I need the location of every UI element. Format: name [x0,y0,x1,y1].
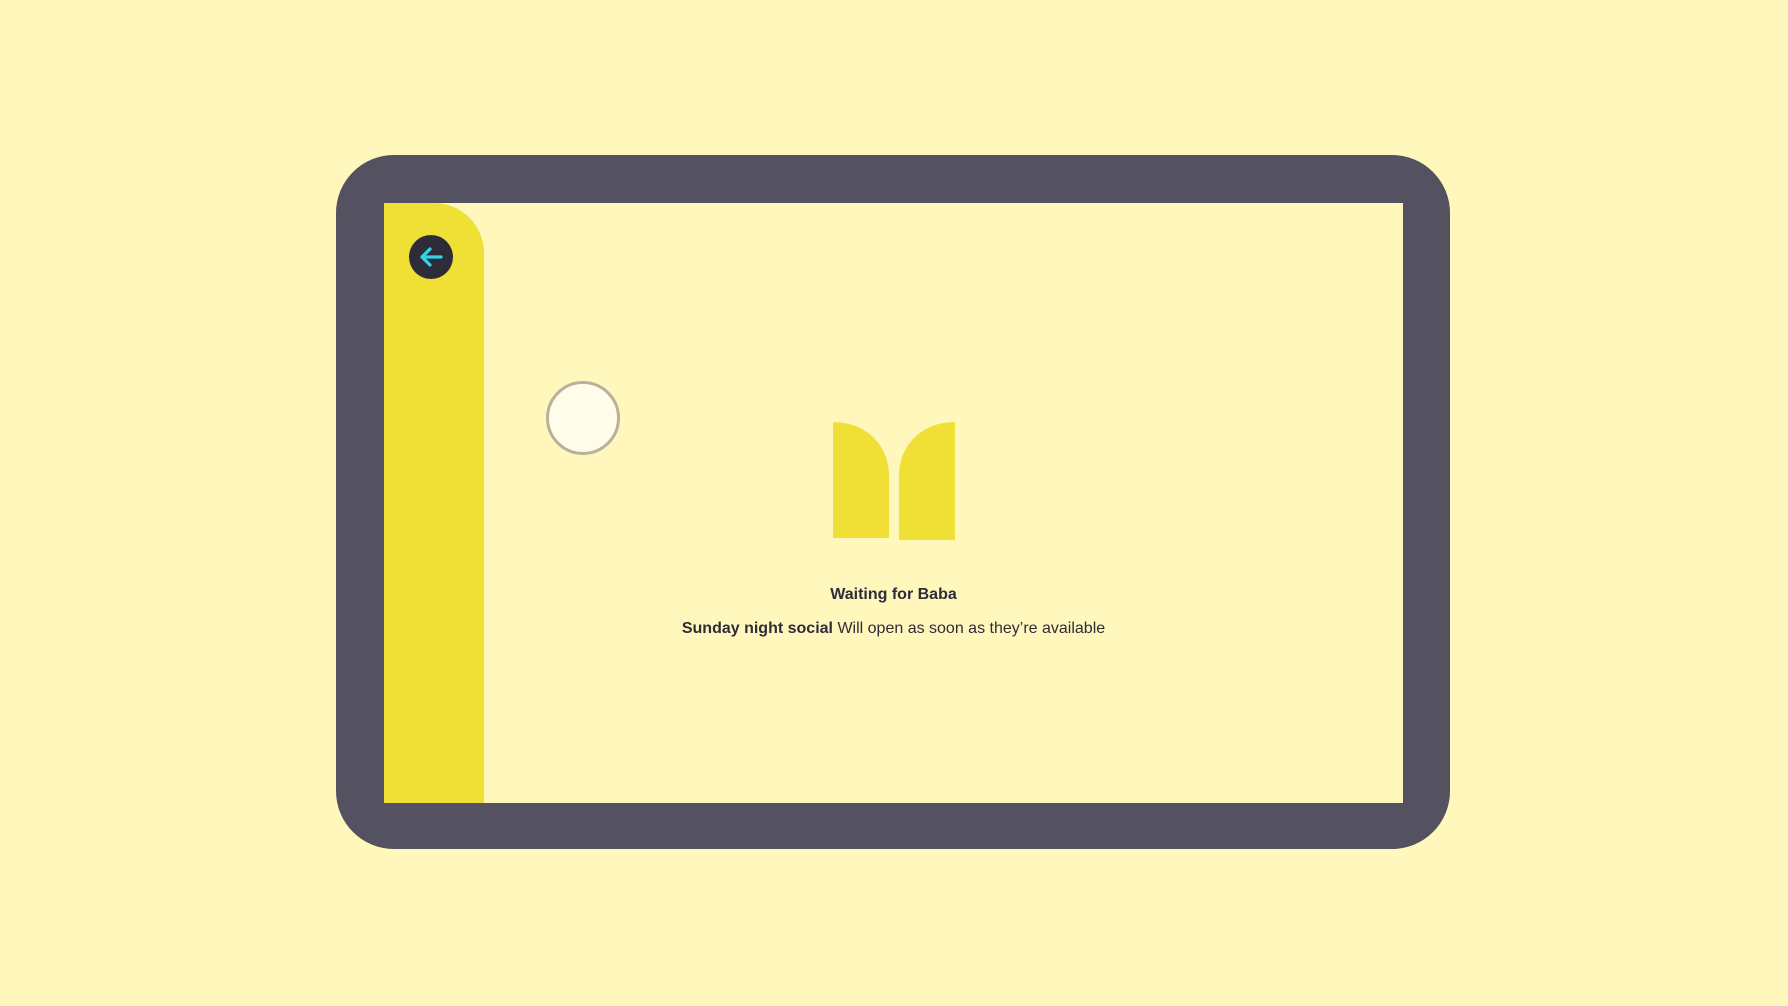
arrow-left-icon [420,247,443,267]
self-video-preview [546,381,620,455]
app-screen: Waiting for Baba Sunday night social Wil… [384,203,1403,803]
status-line: Sunday night social Will open as soon as… [384,620,1403,638]
back-button[interactable] [409,235,453,279]
status-message: Will open as soon as they’re available [837,620,1106,637]
sidebar [384,203,484,803]
waiting-title: Waiting for Baba [830,586,957,603]
twin-arch-logo-icon [833,422,955,540]
event-name: Sunday night social [681,620,833,637]
